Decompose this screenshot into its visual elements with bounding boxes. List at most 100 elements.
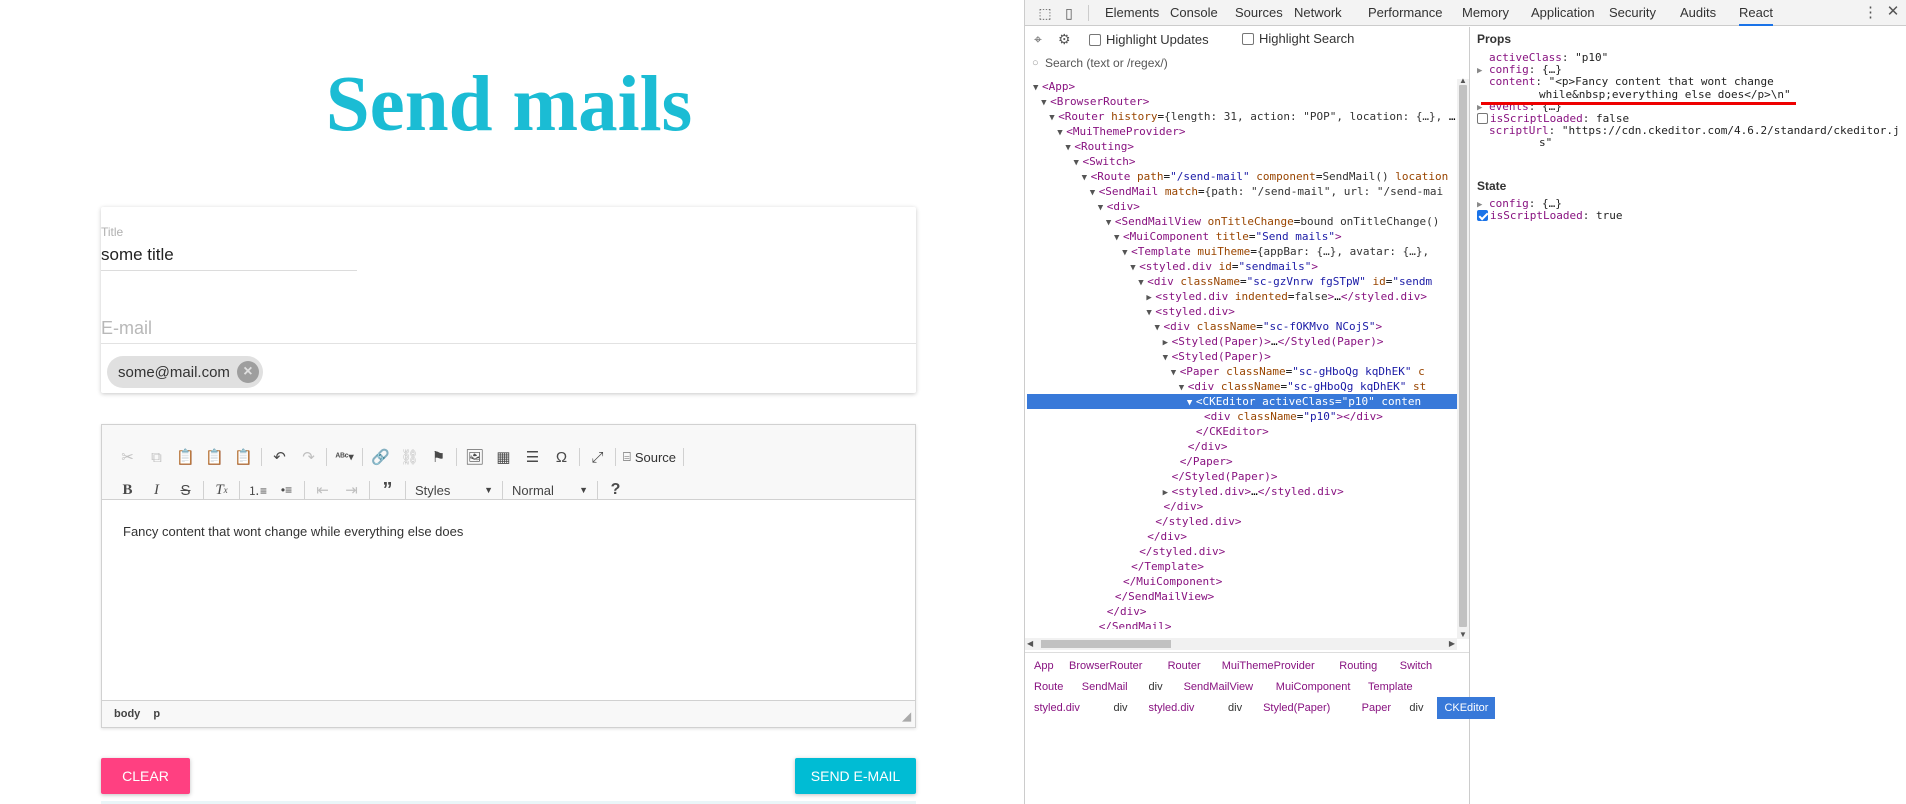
- bool-checkbox[interactable]: [1477, 210, 1488, 222]
- tree-node[interactable]: </styled.div>: [1027, 514, 1457, 529]
- bold-button[interactable]: B: [113, 477, 142, 503]
- tree-node[interactable]: ▶ <Styled(Paper)>…</Styled(Paper)>: [1027, 334, 1457, 349]
- breadcrumb-item[interactable]: MuiComponent: [1269, 676, 1358, 698]
- breadcrumb-item[interactable]: SendMail: [1075, 676, 1135, 698]
- spellcheck-icon[interactable]: ᴬᴮᶜ▾: [330, 444, 359, 470]
- tree-node[interactable]: ▼ <styled.div id="sendmails">: [1027, 259, 1457, 274]
- tree-node[interactable]: </div>: [1027, 529, 1457, 544]
- tab-network[interactable]: Network: [1294, 0, 1342, 26]
- anchor-icon[interactable]: ⚑: [424, 444, 453, 470]
- tree-node[interactable]: </div>: [1027, 604, 1457, 619]
- close-icon[interactable]: ✕: [1885, 2, 1901, 20]
- image-icon[interactable]: 🖼: [460, 444, 489, 470]
- breadcrumb-item[interactable]: Styled(Paper): [1256, 697, 1337, 719]
- undo-icon[interactable]: ↶: [265, 444, 294, 470]
- scroll-left-icon[interactable]: ◀: [1027, 639, 1033, 648]
- indent-icon[interactable]: ⇥: [337, 477, 366, 503]
- breadcrumb-item[interactable]: Router: [1161, 655, 1208, 677]
- email-chip[interactable]: some@mail.com ×: [107, 356, 263, 388]
- breadcrumb-item[interactable]: Route: [1027, 676, 1070, 698]
- breadcrumb-item[interactable]: Switch: [1393, 655, 1439, 677]
- styles-dropdown[interactable]: Styles ▼: [409, 477, 499, 503]
- device-toolbar-icon[interactable]: ▯: [1059, 3, 1079, 23]
- tree-node[interactable]: ▼ <div className="sc-gHboQg kqDhEK" st: [1027, 379, 1457, 394]
- tree-node[interactable]: </div>: [1027, 439, 1457, 454]
- breadcrumb-item[interactable]: div: [1107, 697, 1135, 719]
- tree-node[interactable]: ▼ <styled.div>: [1027, 304, 1457, 319]
- breadcrumb-item[interactable]: styled.div: [1027, 697, 1087, 719]
- tree-node[interactable]: ▼ <div className="sc-gzVnrw fgSTpW" id="s…: [1027, 274, 1457, 289]
- breadcrumb-item[interactable]: Template: [1361, 676, 1420, 698]
- tree-node[interactable]: ▼ <Paper className="sc-gHboQg kqDhEK" c: [1027, 364, 1457, 379]
- blockquote-icon[interactable]: ”: [373, 477, 402, 503]
- highlight-updates-toggle[interactable]: Highlight Updates: [1089, 32, 1209, 47]
- tree-node[interactable]: </SendMailView>: [1027, 589, 1457, 604]
- scrollbar-thumb[interactable]: [1459, 85, 1467, 627]
- outdent-icon[interactable]: ⇤: [308, 477, 337, 503]
- tree-node[interactable]: ▼ <MuiThemeProvider>: [1027, 124, 1457, 139]
- tree-node[interactable]: ▼ <App>: [1027, 79, 1457, 94]
- format-dropdown[interactable]: Normal ▼: [506, 477, 594, 503]
- tree-node[interactable]: ▼ <Routing>: [1027, 139, 1457, 154]
- highlight-search-toggle[interactable]: Highlight Search: [1242, 31, 1354, 46]
- breadcrumb-item[interactable]: Routing: [1332, 655, 1384, 677]
- breadcrumb-item[interactable]: BrowserRouter: [1062, 655, 1149, 677]
- path-p[interactable]: p: [153, 708, 160, 720]
- chip-remove-icon[interactable]: ×: [236, 361, 259, 383]
- tree-node[interactable]: </styled.div>: [1027, 544, 1457, 559]
- highlight-search-checkbox[interactable]: [1242, 33, 1254, 45]
- breadcrumb-item[interactable]: div: [1221, 697, 1249, 719]
- tree-node[interactable]: ▼ <div>: [1027, 199, 1457, 214]
- resize-handle-icon[interactable]: ◢: [903, 710, 911, 723]
- help-icon[interactable]: ?: [601, 477, 630, 503]
- tree-node[interactable]: ▼ <SendMailView onTitleChange=bound onTit…: [1027, 214, 1457, 229]
- tree-vertical-scrollbar[interactable]: ▲ ▼: [1457, 76, 1469, 639]
- scroll-down-icon[interactable]: ▼: [1459, 630, 1467, 639]
- paste-text-icon[interactable]: 📋: [200, 444, 229, 470]
- tree-node[interactable]: </div>: [1027, 499, 1457, 514]
- breadcrumb-item[interactable]: Paper: [1355, 697, 1398, 719]
- tree-node[interactable]: </MuiComponent>: [1027, 574, 1457, 589]
- prop-isScriptLoaded[interactable]: isScriptLoaded: true: [1477, 209, 1622, 222]
- tree-node[interactable]: ▼ <BrowserRouter>: [1027, 94, 1457, 109]
- tree-node[interactable]: </Styled(Paper)>: [1027, 469, 1457, 484]
- breadcrumb-item[interactable]: SendMailView: [1177, 676, 1261, 698]
- tree-node[interactable]: ▼ <Route path="/send-mail" component=Send…: [1027, 169, 1457, 184]
- tab-sources[interactable]: Sources: [1235, 0, 1283, 26]
- tree-node[interactable]: ▼ <Template muiTheme={appBar: {…}, avatar…: [1027, 244, 1457, 259]
- highlight-updates-checkbox[interactable]: [1089, 34, 1101, 46]
- prop-config[interactable]: ▶ config: {…}: [1477, 63, 1562, 76]
- tree-node[interactable]: ▼ <Switch>: [1027, 154, 1457, 169]
- tab-react[interactable]: React: [1739, 0, 1773, 26]
- gear-icon[interactable]: ⚙: [1058, 31, 1071, 48]
- scroll-up-icon[interactable]: ▲: [1459, 76, 1467, 85]
- breadcrumb-item[interactable]: App: [1027, 655, 1061, 677]
- tree-node[interactable]: </CKEditor>: [1027, 424, 1457, 439]
- source-button[interactable]: ⌸ Source: [619, 444, 680, 470]
- italic-button[interactable]: I: [142, 477, 171, 503]
- tree-node[interactable]: ▼ <MuiComponent title="Send mails">: [1027, 229, 1457, 244]
- table-icon[interactable]: ▦: [489, 444, 518, 470]
- remove-format-icon[interactable]: Tx: [207, 477, 236, 503]
- tab-memory[interactable]: Memory: [1462, 0, 1509, 26]
- tree-node[interactable]: </SendMail>: [1027, 619, 1457, 629]
- tree-node[interactable]: </Paper>: [1027, 454, 1457, 469]
- tab-audits[interactable]: Audits: [1680, 0, 1716, 26]
- scroll-right-icon[interactable]: ▶: [1449, 639, 1455, 648]
- unlink-icon[interactable]: ⛓: [395, 444, 424, 470]
- tree-node[interactable]: ▶ <styled.div indented=false>…</styled.di…: [1027, 289, 1457, 304]
- tree-node[interactable]: <div className="p10"></div>: [1027, 409, 1457, 424]
- tree-node[interactable]: </Template>: [1027, 559, 1457, 574]
- editor-content[interactable]: Fancy content that wont change while eve…: [123, 524, 463, 539]
- tree-node[interactable]: ▼ <Styled(Paper)>: [1027, 349, 1457, 364]
- send-email-button[interactable]: SEND E-MAIL: [795, 758, 916, 794]
- cut-icon[interactable]: ✂: [113, 444, 142, 470]
- special-char-icon[interactable]: Ω: [547, 444, 576, 470]
- tree-horizontal-scrollbar[interactable]: ◀ ▶: [1025, 638, 1457, 650]
- prop-config[interactable]: ▶ config: {…}: [1477, 197, 1562, 210]
- tab-application[interactable]: Application: [1531, 0, 1595, 26]
- horizontal-line-icon[interactable]: ☰: [518, 444, 547, 470]
- path-body[interactable]: body: [114, 708, 140, 720]
- breadcrumb-item[interactable]: div: [1142, 676, 1170, 698]
- breadcrumb-item[interactable]: MuiThemeProvider: [1215, 655, 1322, 677]
